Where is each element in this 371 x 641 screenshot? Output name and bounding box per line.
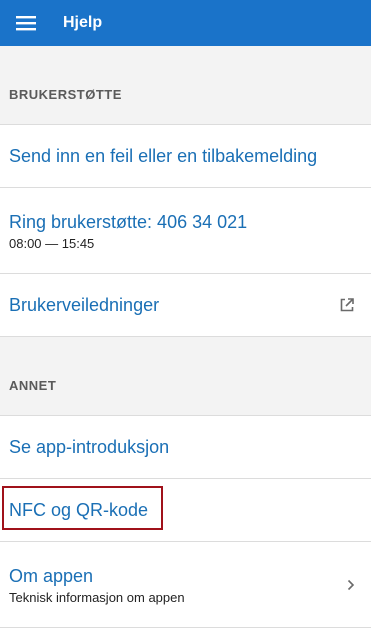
send-feedback-label: Send inn en feil eller en tilbakemelding <box>9 146 318 166</box>
chevron-right-icon <box>347 579 355 591</box>
call-support-label: Ring brukerstøtte: 406 34 021 <box>9 211 248 232</box>
user-guides-label: Brukerveiledninger <box>9 295 160 315</box>
menu-button[interactable] <box>0 0 52 46</box>
about-app-item[interactable]: Om appen Teknisk informasjon om appen <box>0 542 371 628</box>
section-header-support: BRUKERSTØTTE <box>0 46 371 125</box>
app-intro-item[interactable]: Se app-introduksjon <box>0 416 371 479</box>
support-hours: 08:00 — 15:45 <box>9 235 95 251</box>
about-app-label: Om appen <box>9 565 94 586</box>
about-app-subtitle: Teknisk informasjon om appen <box>9 589 185 605</box>
top-app-bar: Hjelp <box>0 0 371 46</box>
call-support-item[interactable]: Ring brukerstøtte: 406 34 021 08:00 — 15… <box>0 188 371 274</box>
hamburger-menu-icon <box>16 15 36 31</box>
nfc-qr-label: NFC og QR-kode <box>9 500 149 520</box>
section-header-other: ANNET <box>0 337 371 416</box>
send-feedback-item[interactable]: Send inn en feil eller en tilbakemelding <box>0 125 371 188</box>
nfc-qr-item[interactable]: NFC og QR-kode <box>0 479 371 542</box>
page-title: Hjelp <box>63 14 103 31</box>
app-intro-label: Se app-introduksjon <box>9 437 170 457</box>
user-guides-item[interactable]: Brukerveiledninger <box>0 274 371 337</box>
external-link-icon <box>339 297 355 313</box>
app-screen: Hjelp BRUKERSTØTTE Send inn en feil elle… <box>0 0 371 641</box>
